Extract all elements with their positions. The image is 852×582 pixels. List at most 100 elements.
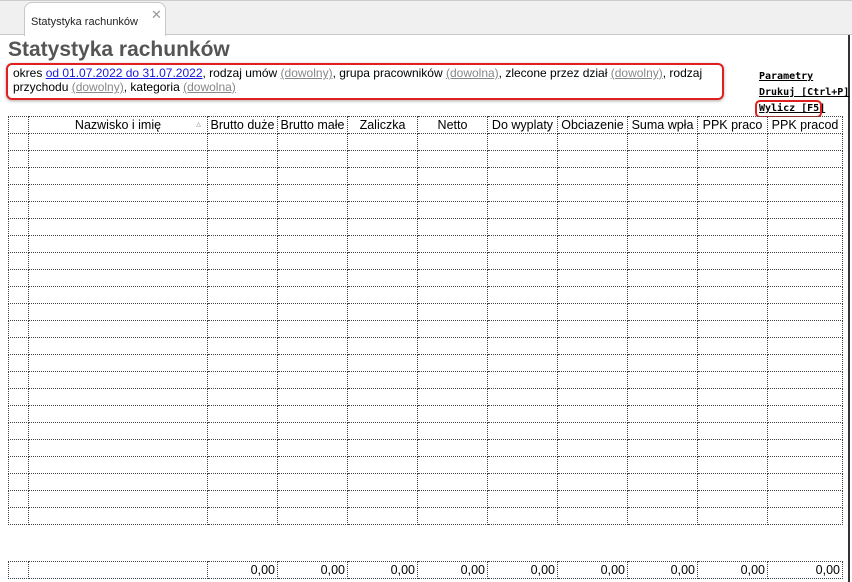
table-cell[interactable]	[347, 167, 418, 185]
table-cell[interactable]	[28, 490, 208, 508]
table-row[interactable]	[8, 133, 843, 151]
table-cell[interactable]	[8, 422, 29, 440]
table-cell[interactable]	[487, 235, 558, 253]
table-cell[interactable]	[557, 337, 628, 355]
table-cell[interactable]	[487, 490, 558, 508]
table-cell[interactable]	[8, 235, 29, 253]
table-cell[interactable]	[557, 422, 628, 440]
table-cell[interactable]	[347, 490, 418, 508]
table-cell[interactable]	[487, 354, 558, 372]
table-cell[interactable]	[8, 439, 29, 457]
table-cell[interactable]	[697, 320, 768, 338]
table-cell[interactable]	[417, 252, 488, 270]
table-cell[interactable]	[347, 286, 418, 304]
table-cell[interactable]	[487, 133, 558, 151]
table-row[interactable]	[8, 337, 843, 355]
table-cell[interactable]	[28, 473, 208, 491]
table-cell[interactable]	[487, 184, 558, 202]
table-cell[interactable]	[207, 371, 278, 389]
table-row[interactable]	[8, 439, 843, 457]
table-cell[interactable]	[487, 150, 558, 168]
table-cell[interactable]	[767, 201, 843, 219]
table-cell[interactable]	[627, 167, 698, 185]
table-cell[interactable]	[627, 320, 698, 338]
table-cell[interactable]	[8, 303, 29, 321]
table-cell[interactable]	[277, 490, 348, 508]
table-cell[interactable]	[347, 371, 418, 389]
parametry-link[interactable]: Parametry	[759, 69, 849, 85]
table-cell[interactable]	[347, 320, 418, 338]
przychod-link[interactable]: (dowolny)	[72, 80, 124, 94]
table-cell[interactable]	[487, 218, 558, 236]
table-cell[interactable]	[487, 269, 558, 287]
table-cell[interactable]	[8, 337, 29, 355]
table-cell[interactable]	[697, 218, 768, 236]
table-cell[interactable]	[557, 354, 628, 372]
table-cell[interactable]	[417, 473, 488, 491]
table-cell[interactable]	[417, 456, 488, 474]
table-cell[interactable]	[697, 184, 768, 202]
table-cell[interactable]	[697, 354, 768, 372]
table-cell[interactable]	[277, 337, 348, 355]
table-cell[interactable]	[487, 388, 558, 406]
table-cell[interactable]	[417, 201, 488, 219]
table-cell[interactable]	[417, 133, 488, 151]
table-cell[interactable]	[8, 371, 29, 389]
table-cell[interactable]	[207, 388, 278, 406]
table-cell[interactable]	[207, 218, 278, 236]
table-cell[interactable]	[557, 439, 628, 457]
table-cell[interactable]	[557, 320, 628, 338]
table-cell[interactable]	[627, 422, 698, 440]
table-cell[interactable]	[627, 184, 698, 202]
table-cell[interactable]	[767, 320, 843, 338]
table-cell[interactable]	[277, 235, 348, 253]
table-cell[interactable]	[487, 337, 558, 355]
table-cell[interactable]	[487, 320, 558, 338]
table-cell[interactable]	[697, 422, 768, 440]
table-cell[interactable]	[557, 456, 628, 474]
table-cell[interactable]	[417, 269, 488, 287]
table-cell[interactable]	[697, 269, 768, 287]
table-cell[interactable]	[207, 269, 278, 287]
table-cell[interactable]	[347, 201, 418, 219]
table-cell[interactable]	[557, 133, 628, 151]
table-cell[interactable]	[28, 235, 208, 253]
table-cell[interactable]	[277, 405, 348, 423]
table-cell[interactable]	[207, 303, 278, 321]
table-cell[interactable]	[277, 133, 348, 151]
table-cell[interactable]	[28, 371, 208, 389]
table-cell[interactable]	[487, 201, 558, 219]
table-cell[interactable]	[697, 490, 768, 508]
table-cell[interactable]	[207, 252, 278, 270]
table-cell[interactable]	[8, 286, 29, 304]
table-cell[interactable]	[417, 286, 488, 304]
column-header[interactable]: PPK praco	[697, 116, 768, 134]
table-cell[interactable]	[557, 218, 628, 236]
table-cell[interactable]	[277, 286, 348, 304]
table-cell[interactable]	[207, 507, 278, 525]
table-cell[interactable]	[417, 303, 488, 321]
table-cell[interactable]	[347, 150, 418, 168]
table-cell[interactable]	[417, 320, 488, 338]
table-cell[interactable]	[417, 439, 488, 457]
table-cell[interactable]	[8, 269, 29, 287]
table-cell[interactable]	[627, 269, 698, 287]
table-cell[interactable]	[347, 303, 418, 321]
table-cell[interactable]	[347, 473, 418, 491]
table-cell[interactable]	[627, 354, 698, 372]
table-cell[interactable]	[277, 252, 348, 270]
dzial-link[interactable]: (dowolny)	[611, 66, 663, 80]
table-cell[interactable]	[767, 439, 843, 457]
table-cell[interactable]	[767, 252, 843, 270]
table-row[interactable]	[8, 354, 843, 372]
table-cell[interactable]	[767, 303, 843, 321]
table-cell[interactable]	[557, 167, 628, 185]
table-cell[interactable]	[207, 286, 278, 304]
table-cell[interactable]	[8, 456, 29, 474]
table-cell[interactable]	[417, 405, 488, 423]
table-cell[interactable]	[8, 184, 29, 202]
table-cell[interactable]	[697, 439, 768, 457]
table-cell[interactable]	[487, 286, 558, 304]
table-cell[interactable]	[28, 184, 208, 202]
table-cell[interactable]	[697, 167, 768, 185]
